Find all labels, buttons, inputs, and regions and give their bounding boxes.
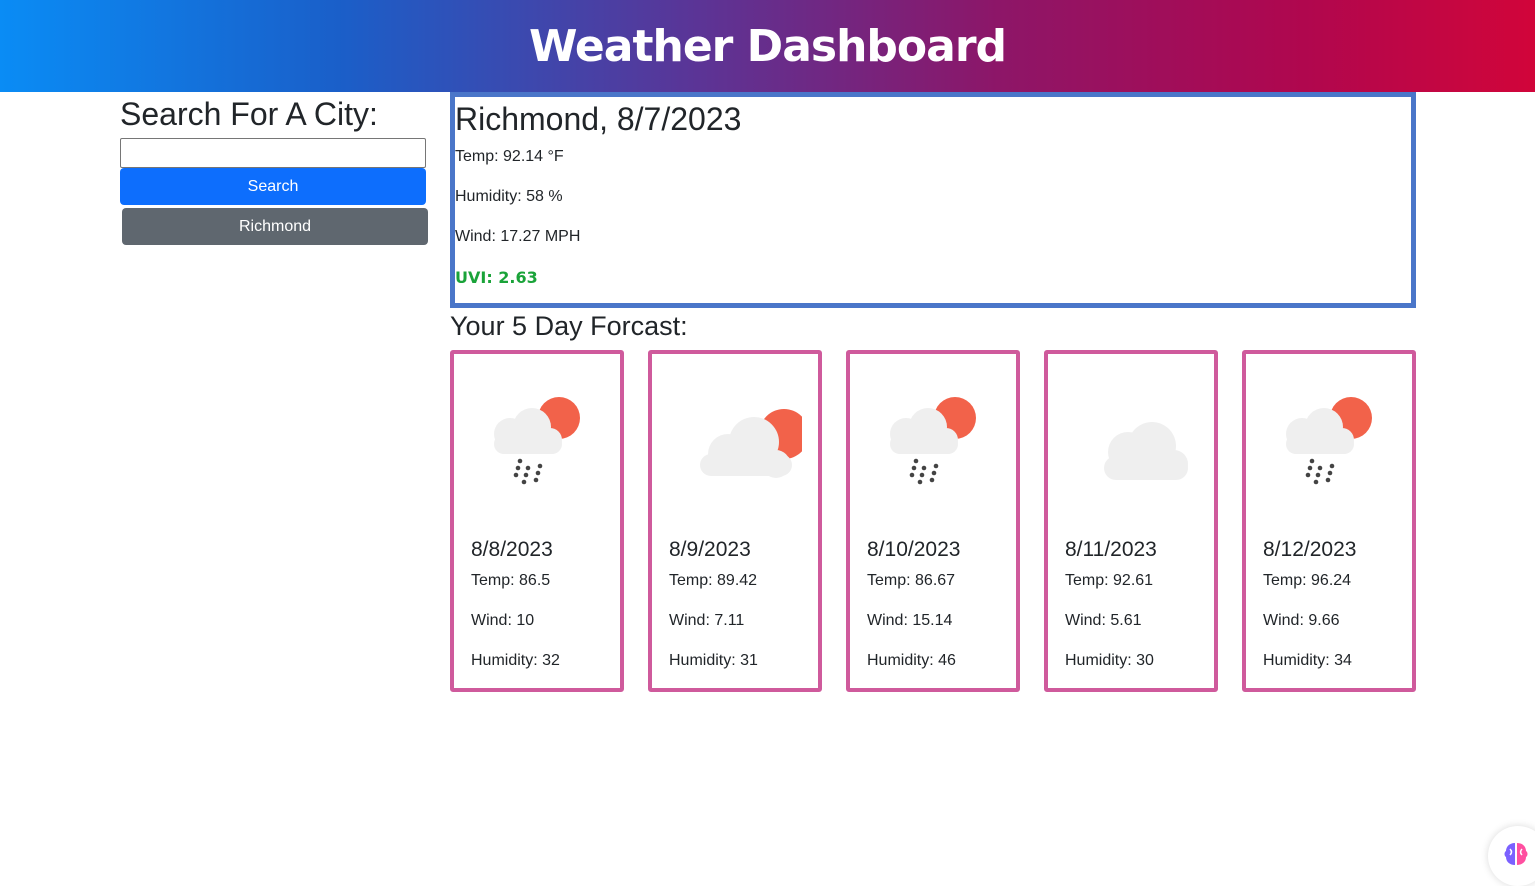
forecast-humidity: Humidity: 32 <box>471 652 560 669</box>
app-title: Weather Dashboard <box>528 20 1007 72</box>
search-sidebar: Search For A City: Search Richmond <box>120 92 430 245</box>
forecast-humidity: Humidity: 46 <box>867 652 956 669</box>
forecast-temp: Temp: 96.24 <box>1263 572 1352 589</box>
forecast-date: 8/11/2023 <box>1065 538 1157 561</box>
cloud-icon <box>1104 422 1188 480</box>
forecast-card: 8/11/2023 Temp: 92.61 Wind: 5.61 Humidit… <box>1044 350 1218 692</box>
current-city-date: Richmond, 8/7/2023 <box>455 101 742 137</box>
forecast-wind: Wind: 15.14 <box>867 612 953 629</box>
forecast-humidity: Humidity: 34 <box>1263 652 1352 669</box>
current-weather-panel: Richmond, 8/7/2023 Temp: 92.14 °F Humidi… <box>450 92 1416 308</box>
forecast-card: 8/9/2023 Temp: 89.42 Wind: 7.11 Humidity… <box>648 350 822 692</box>
current-wind: Wind: 17.27 MPH <box>455 228 581 245</box>
forecast-date: 8/12/2023 <box>1263 538 1357 561</box>
forecast-card: 8/12/2023 Temp: 96.24 Wind: 9.66 Humidit… <box>1242 350 1416 692</box>
header-banner: Weather Dashboard <box>0 0 1535 92</box>
forecast-card: 8/8/2023 Temp: 86.5 Wind: 10 Humidity: 3… <box>450 350 624 692</box>
forecast-wind: Wind: 9.66 <box>1263 612 1340 629</box>
current-temp: Temp: 92.14 °F <box>455 148 564 165</box>
rain-sun-icon <box>494 397 580 485</box>
brain-icon <box>1504 843 1528 865</box>
history-button-richmond[interactable]: Richmond <box>122 208 428 245</box>
forecast-title: Your 5 Day Forcast: <box>450 311 688 341</box>
search-heading: Search For A City: <box>120 96 378 132</box>
forecast-humidity: Humidity: 30 <box>1065 652 1154 669</box>
forecast-card: 8/10/2023 Temp: 86.67 Wind: 15.14 Humidi… <box>846 350 1020 692</box>
city-search-input[interactable] <box>120 138 426 168</box>
forecast-temp: Temp: 92.61 <box>1065 572 1154 589</box>
cloud-sun-icon <box>700 409 802 478</box>
rain-sun-icon <box>1286 397 1372 485</box>
forecast-date: 8/8/2023 <box>471 538 553 561</box>
rain-sun-icon <box>890 397 976 485</box>
search-button[interactable]: Search <box>120 168 426 205</box>
forecast-wind: Wind: 10 <box>471 612 535 629</box>
forecast-temp: Temp: 89.42 <box>669 572 758 589</box>
forecast-wind: Wind: 5.61 <box>1065 612 1142 629</box>
extension-badge[interactable] <box>1488 826 1535 886</box>
current-humidity: Humidity: 58 % <box>455 188 563 205</box>
forecast-date: 8/9/2023 <box>669 538 751 561</box>
forecast-temp: Temp: 86.67 <box>867 572 956 589</box>
forecast-humidity: Humidity: 31 <box>669 652 758 669</box>
current-uvi: UVI: 2.63 <box>455 267 538 287</box>
forecast-temp: Temp: 86.5 <box>471 572 551 589</box>
forecast-date: 8/10/2023 <box>867 538 961 561</box>
forecast-wind: Wind: 7.11 <box>669 612 745 629</box>
